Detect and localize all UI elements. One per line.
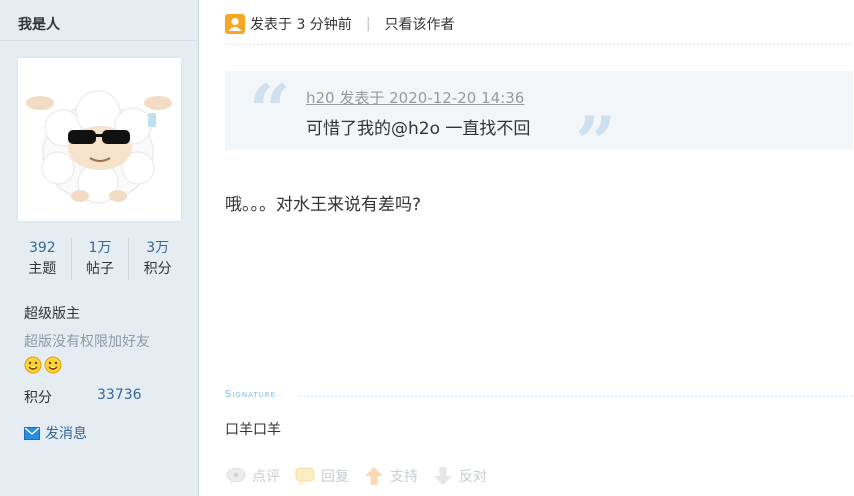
user-sidebar: 我是人 392 主题 1万 帖子 3万 积分 超级版主 超版没有权限加好友 积分…: [0, 0, 199, 496]
stat-credits[interactable]: 3万 积分: [129, 238, 186, 280]
reply-icon: [295, 467, 315, 486]
send-message-label: 发消息: [45, 426, 87, 442]
support-button[interactable]: 支持: [363, 465, 418, 487]
reply-button[interactable]: 回复: [294, 465, 349, 487]
stat-value: 1万: [88, 240, 112, 256]
post-actions: 点评 回复 支持 反对: [225, 465, 487, 487]
quote-text: 可惜了我的@h2o 一直找不回: [306, 119, 531, 139]
meta-separator: |: [365, 16, 371, 32]
post-content: 发表于 3 分钟前 | 只看该作者 “ ” h20 发表于 2020-12-20…: [199, 0, 854, 496]
post-time: 发表于 3 分钟前: [250, 17, 352, 33]
send-message-link[interactable]: 发消息: [24, 423, 87, 443]
stat-posts[interactable]: 1万 帖子: [72, 238, 130, 280]
post-body: 哦。。。对水王来说有差吗?: [225, 195, 422, 215]
thumbs-down-arrow-icon: [434, 467, 452, 485]
close-quote-icon: ”: [575, 100, 617, 185]
thumbs-up-arrow-icon: [365, 467, 383, 485]
open-quote-icon: “: [249, 68, 291, 153]
post-meta: 发表于 3 分钟前 | 只看该作者: [225, 14, 455, 34]
support-label: 支持: [390, 469, 418, 485]
quote-source-link[interactable]: h20 发表于 2020-12-20 14:36: [306, 87, 524, 108]
user-role: 超级版主: [24, 306, 80, 322]
reply-label: 回复: [321, 469, 349, 485]
signature-text: 口羊口羊: [225, 422, 281, 438]
stat-threads[interactable]: 392 主题: [14, 238, 72, 280]
signature-label: Signature: [225, 389, 277, 400]
user-icon: [225, 14, 245, 34]
comment-label: 点评: [252, 469, 280, 485]
rank-smileys: [24, 356, 62, 374]
meta-divider: [225, 44, 853, 45]
stat-value: 392: [28, 240, 56, 256]
sheep-avatar-image: [26, 90, 172, 204]
comment-icon: [226, 468, 246, 485]
signature-divider: [299, 396, 853, 397]
user-stats: 392 主题 1万 帖子 3万 积分: [14, 238, 186, 280]
envelope-icon: [24, 426, 40, 440]
oppose-button[interactable]: 反对: [432, 465, 487, 487]
smiley-icon: [24, 356, 42, 374]
avatar[interactable]: [18, 58, 181, 221]
stat-label: 帖子: [86, 261, 114, 277]
smiley-icon: [44, 356, 62, 374]
stat-label: 积分: [143, 261, 172, 277]
username[interactable]: 我是人: [18, 14, 60, 34]
role-note: 超版没有权限加好友: [24, 334, 150, 350]
credit-value: 33736: [97, 387, 142, 403]
divider: [0, 40, 199, 41]
stat-value: 3万: [146, 240, 170, 256]
stat-label: 主题: [28, 261, 57, 277]
oppose-label: 反对: [459, 469, 487, 485]
only-author-link[interactable]: 只看该作者: [385, 14, 455, 34]
credit-label: 积分: [24, 390, 52, 406]
quote-block: “ ” h20 发表于 2020-12-20 14:36 可惜了我的@h2o 一…: [225, 68, 853, 179]
comment-button[interactable]: 点评: [225, 465, 280, 487]
